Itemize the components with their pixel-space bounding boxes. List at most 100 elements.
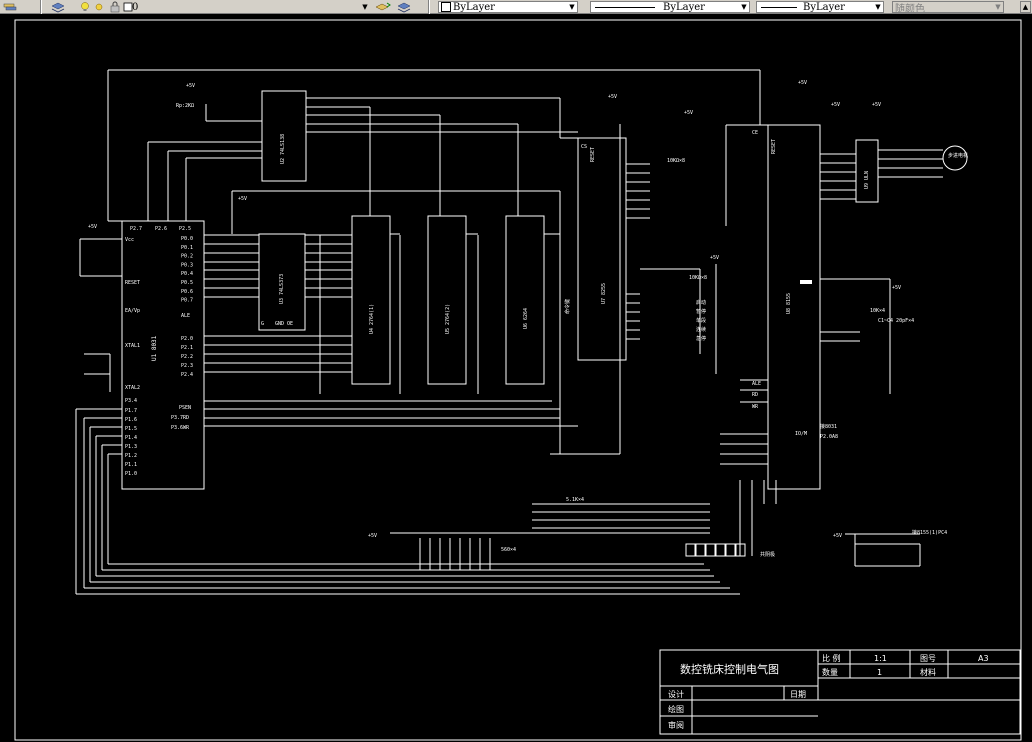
key-label: 连续 (696, 326, 706, 333)
lineweight-preview (761, 6, 797, 8)
vcc-label: +5V (872, 102, 881, 108)
chevron-down-icon[interactable]: ▼ (739, 2, 749, 12)
pin-label: P1.7 (125, 408, 137, 414)
chip-u2-74ls138: U2 74LS138 (261, 90, 307, 182)
seven-seg-display (685, 543, 746, 557)
pin-wr: P3.6WR (171, 425, 190, 431)
pin-ea: EA/Vp (125, 308, 140, 314)
pin-label: P0.4 (181, 271, 193, 277)
pin-label: P1.4 (125, 435, 137, 441)
layer-previous-icon[interactable] (397, 1, 411, 13)
chip-u9-label: U9 ULN (864, 171, 870, 189)
chip-u3-label: U3 74LS373 (279, 274, 285, 304)
draw-label: 绘图 (668, 704, 684, 714)
layer-manager-icon[interactable] (3, 1, 17, 13)
chip-u1-8031: U1 8031 P2.7 P2.6 P2.5 Vcc RESET EA/Vp X… (121, 220, 205, 490)
pin-u8-ce: CE (752, 130, 758, 136)
chevron-down-icon[interactable]: ▼ (993, 2, 1003, 12)
chevron-down-icon[interactable]: ▼ (567, 2, 577, 12)
schematic-wires (75, 69, 943, 595)
digit-box (705, 543, 716, 557)
chevron-down-icon[interactable]: ▼ (873, 2, 883, 12)
chip-u1-label: U1 8031 (151, 335, 158, 361)
qty-value: 1 (877, 668, 882, 677)
toolbar-separator (40, 0, 42, 14)
pin-u8-reset: RESET (771, 139, 777, 154)
pin-u8-iom: IO/M (795, 431, 807, 437)
pin-xtal1: XTAL1 (125, 343, 140, 349)
pin-label: P1.3 (125, 444, 137, 450)
scroll-up-button[interactable]: ▲ (1020, 1, 1031, 13)
chip-u2-label: U2 74LS138 (280, 134, 286, 164)
digit-box (685, 543, 696, 557)
pin-u8-ale: ALE (752, 381, 761, 387)
chip-u8-label: U8 8155 (786, 293, 792, 314)
pin-label: P2.4 (181, 372, 193, 378)
pin-u8-wr: WR (752, 404, 759, 410)
res-560-label: 560×4 (501, 547, 516, 553)
pin-vcc: Vcc (125, 237, 134, 243)
vcc-label: +5V (186, 83, 195, 89)
chip-u6-label: U6 6264 (523, 308, 529, 329)
pin-u7-reset: RESET (590, 147, 596, 162)
pin-reset: RESET (125, 280, 140, 286)
pin-label: P0.0 (181, 236, 193, 242)
pin-label: P2.1 (181, 345, 193, 351)
pin-label: P0.2 (181, 254, 193, 260)
pin-label: P1.5 (125, 426, 137, 432)
chip-u5-2764: U5 2764(2) (427, 215, 467, 385)
chip-u4-label: U4 2764(1) (369, 304, 375, 334)
pin-p27: P2.7 (130, 226, 142, 232)
pin-label: P0.6 (181, 289, 193, 295)
pin-marker (800, 280, 812, 284)
vcc-label: +5V (833, 533, 842, 539)
linetype-dropdown[interactable]: ByLayer ▼ (590, 1, 750, 13)
vcc-label: +5V (368, 533, 377, 539)
color-dropdown-value: ByLayer (453, 1, 495, 13)
vcc-label: +5V (892, 285, 901, 291)
lineweight-dropdown[interactable]: ByLayer ▼ (756, 1, 884, 13)
chip-u7-8255: U7 8255 RESET CS (577, 137, 627, 361)
keys-left-label: 命令键 (564, 299, 571, 314)
drawing-no-value: A3 (978, 654, 989, 663)
vcc-label: +5V (88, 224, 97, 230)
color-dropdown[interactable]: ByLayer ▼ (438, 1, 578, 13)
layers-icon[interactable] (51, 1, 65, 13)
make-current-layer-icon[interactable] (375, 1, 391, 13)
lightbulb-on-icon[interactable] (79, 1, 93, 13)
pin-p34: P3.4 (125, 398, 137, 404)
layer-dropdown[interactable]: 0 ▼ (130, 1, 370, 13)
pin-u7-cs: CS (581, 144, 587, 150)
vcc-label: +5V (710, 255, 719, 261)
resistor-rp-label: Rp:2KΩ (176, 103, 194, 109)
vcc-label: +5V (238, 196, 247, 202)
chip-u7-label: U7 8255 (601, 283, 607, 304)
chip-u6-6264: U6 6264 (505, 215, 545, 385)
vcc-label: +5V (684, 110, 693, 116)
res-4-label: 10K×4 (870, 308, 885, 314)
pin-label: P0.5 (181, 280, 193, 286)
to8031-label: 接8031 (820, 423, 837, 430)
material-label: 材料 (920, 667, 936, 677)
design-label: 设计 (668, 689, 684, 699)
pin-p25: P2.5 (179, 226, 191, 232)
chip-u3-oe: GND OE (275, 321, 293, 327)
pin-label: P1.6 (125, 417, 137, 423)
chevron-down-icon[interactable]: ▼ (360, 2, 370, 12)
digit-box (725, 543, 736, 557)
pin-label: P2.2 (181, 354, 193, 360)
digit-box (695, 543, 706, 557)
pin-label: P0.1 (181, 245, 193, 251)
pin-label: P1.2 (125, 453, 137, 459)
chip-u4-2764: U4 2764(1) (351, 215, 391, 385)
pin-rd: P3.7RD (171, 415, 189, 421)
color-swatch-icon (441, 2, 451, 12)
plotstyle-dropdown[interactable]: 随颜色 ▼ (892, 1, 1004, 15)
lock-icon[interactable] (109, 1, 123, 13)
to8155-label: 接8155(1)PC4 (912, 529, 947, 536)
res-51-label: 5.1K×4 (566, 497, 584, 503)
toolbar-separator (428, 0, 430, 14)
sun-freeze-icon[interactable] (93, 1, 107, 13)
drawing-canvas[interactable]: U1 8031 P2.7 P2.6 P2.5 Vcc RESET EA/Vp X… (0, 14, 1032, 742)
res-array1-label: 10KΩ×8 (667, 158, 685, 164)
